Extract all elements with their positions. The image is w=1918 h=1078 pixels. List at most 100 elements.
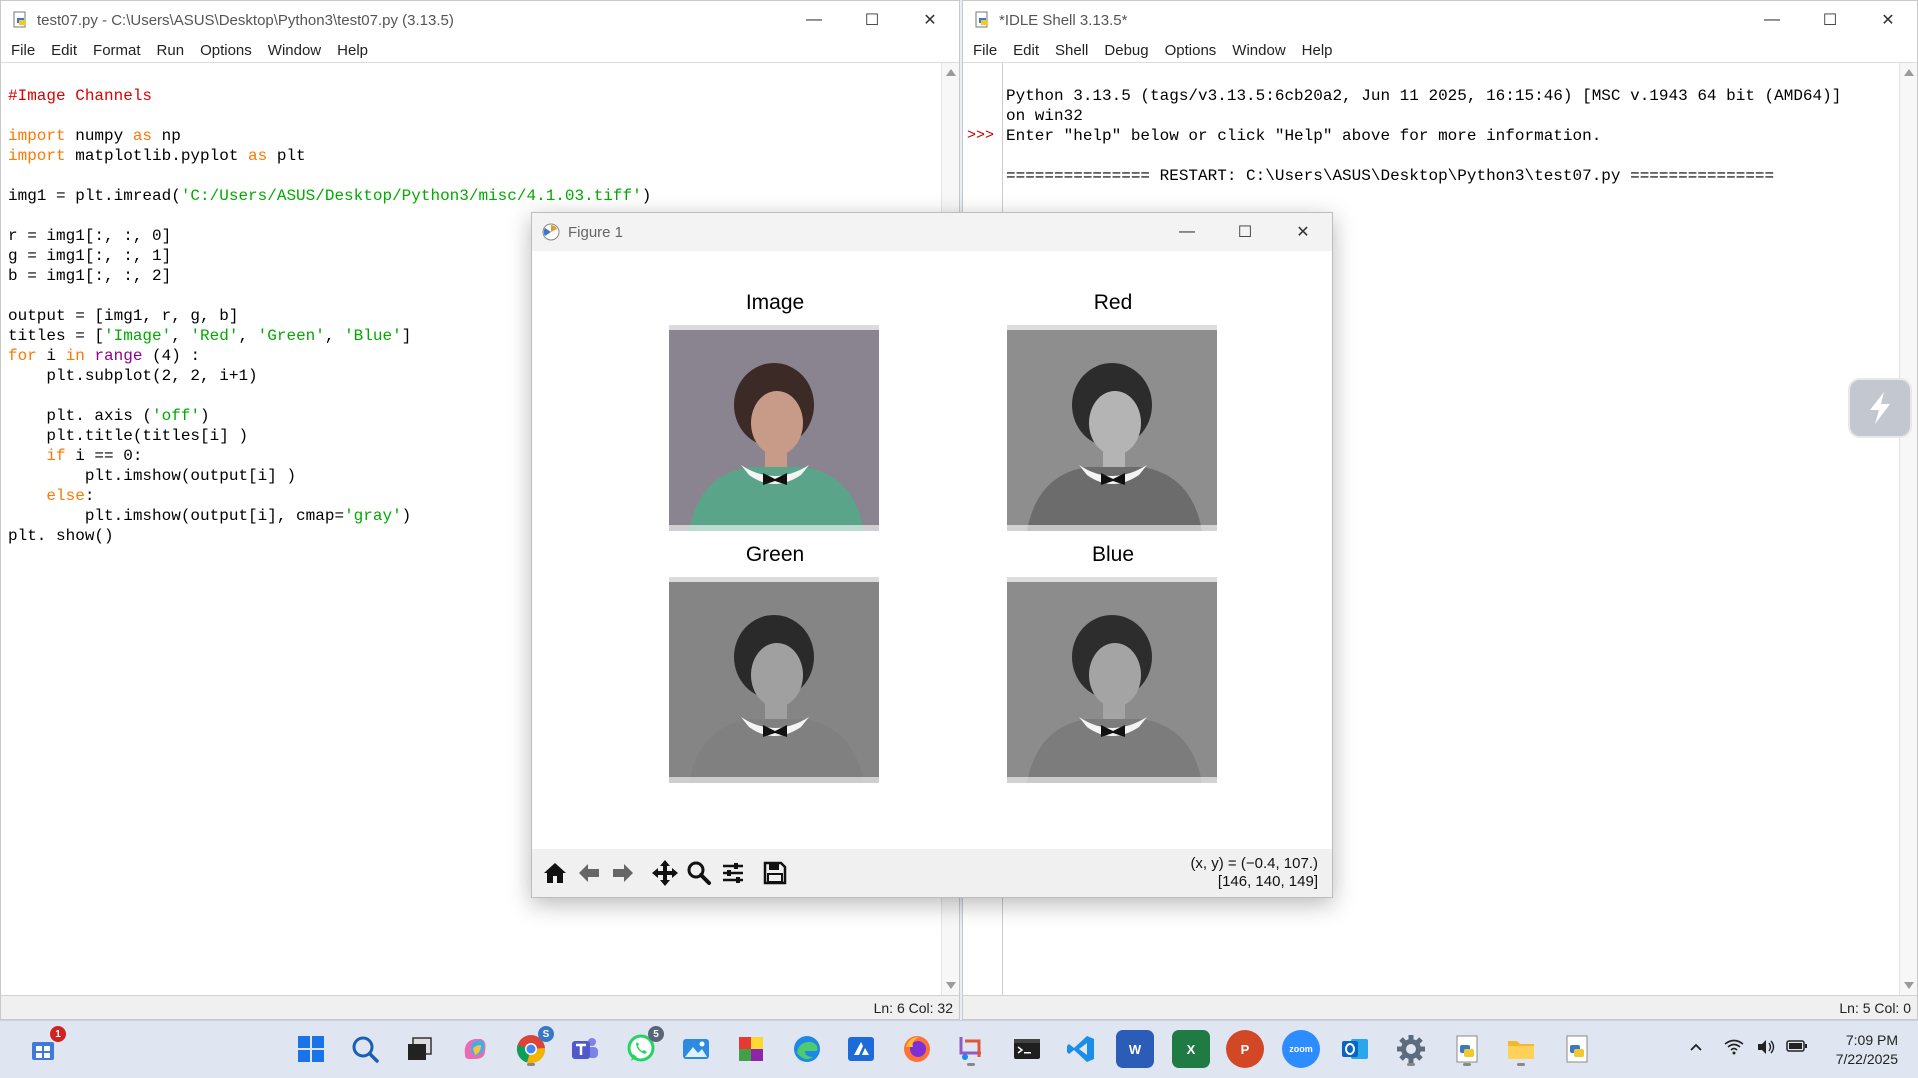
menu-window[interactable]: Window <box>262 42 327 59</box>
search-icon <box>352 1036 379 1063</box>
gear-icon <box>1397 1035 1425 1063</box>
taskbar-firefox[interactable] <box>898 1030 936 1068</box>
zoom-app-icon: zoom <box>1289 1044 1313 1054</box>
taskbar-excel[interactable]: X <box>1172 1030 1210 1068</box>
shell-minimize-button[interactable]: — <box>1743 1 1801 39</box>
shell-title: *IDLE Shell 3.13.5* <box>999 11 1128 29</box>
subplot-image-blue[interactable] <box>1007 577 1217 783</box>
shell-scrollbar[interactable] <box>1899 63 1917 995</box>
zoom-button[interactable] <box>682 856 716 890</box>
figure-close-button[interactable]: ✕ <box>1274 213 1332 251</box>
save-button[interactable] <box>758 856 792 890</box>
configure-icon <box>723 863 743 883</box>
folder-icon <box>1508 1041 1534 1059</box>
taskbar-idle-shell[interactable] <box>1558 1030 1596 1068</box>
taskbar-teams[interactable] <box>566 1030 604 1068</box>
taskbar-zoom[interactable]: zoom <box>1282 1030 1320 1068</box>
figure-maximize-button[interactable]: ☐ <box>1216 213 1274 251</box>
taskbar-vscode[interactable] <box>1062 1030 1100 1068</box>
shell-titlebar: *IDLE Shell 3.13.5* — ☐ ✕ <box>963 1 1917 39</box>
home-button[interactable] <box>538 856 572 890</box>
whatsapp-badge: 5 <box>648 1026 664 1042</box>
menu-help[interactable]: Help <box>331 42 374 59</box>
taskbar-search[interactable] <box>346 1030 384 1068</box>
copilot-icon <box>464 1039 486 1059</box>
taskbar-task-view[interactable] <box>400 1030 438 1068</box>
shell-menu-debug[interactable]: Debug <box>1098 42 1154 59</box>
taskbar: 1 S 5 W X P zoom 7:09 PM 7/22/2025 <box>0 1020 1918 1078</box>
shell-menu-window[interactable]: Window <box>1226 42 1291 59</box>
menu-edit[interactable]: Edit <box>45 42 83 59</box>
subplot-image-green[interactable] <box>669 577 879 783</box>
shell-menu-options[interactable]: Options <box>1159 42 1223 59</box>
maximize-button[interactable]: ☐ <box>843 1 901 39</box>
subplot-image-color[interactable] <box>669 325 879 531</box>
shell-line-4 <box>1006 146 1841 166</box>
teams-icon <box>572 1038 598 1059</box>
shell-text-area[interactable]: Python 3.13.5 (tags/v3.13.5:6cb20a2, Jun… <box>1006 66 1841 226</box>
firefox-icon <box>904 1036 930 1062</box>
volume-control[interactable] <box>1756 1039 1776 1059</box>
taskbar-idle[interactable] <box>1448 1030 1486 1068</box>
taskbar-terminal[interactable] <box>1008 1030 1046 1068</box>
floating-widget-button[interactable] <box>1848 378 1912 438</box>
menu-run[interactable]: Run <box>151 42 191 59</box>
taskbar-outlook[interactable] <box>1336 1030 1374 1068</box>
configure-button[interactable] <box>716 856 750 890</box>
taskbar-powerpoint[interactable]: P <box>1226 1030 1264 1068</box>
powerpoint-icon: P <box>1240 1041 1250 1057</box>
editor-titlebar: test07.py - C:\Users\ASUS\Desktop\Python… <box>1 1 959 39</box>
minimize-button[interactable]: — <box>785 1 843 39</box>
shell-menu-edit[interactable]: Edit <box>1007 42 1045 59</box>
back-button[interactable] <box>572 856 606 890</box>
cursor-xy-readout: (x, y) = (−0.4, 107.) <box>1190 855 1318 872</box>
figure-title: Figure 1 <box>568 223 624 241</box>
taskbar-word[interactable]: W <box>1116 1030 1154 1068</box>
clock-time: 7:09 PM <box>1845 1032 1898 1048</box>
menu-file[interactable]: File <box>5 42 41 59</box>
taskbar-photos[interactable] <box>677 1030 715 1068</box>
shell-line-1: Python 3.13.5 (tags/v3.13.5:6cb20a2, Jun… <box>1006 87 1842 105</box>
clock-date: 7/22/2025 <box>1835 1051 1898 1067</box>
forward-button[interactable] <box>606 856 640 890</box>
battery-status[interactable] <box>1786 1039 1808 1057</box>
shell-close-button[interactable]: ✕ <box>1859 1 1917 39</box>
shell-maximize-button[interactable]: ☐ <box>1801 1 1859 39</box>
chrome-running-indicator <box>527 1063 535 1066</box>
pan-icon <box>652 860 678 886</box>
taskbar-chrome[interactable]: S <box>512 1026 554 1068</box>
subplot-title-blue: Blue <box>1091 543 1135 566</box>
taskbar-whatsapp[interactable]: 5 <box>622 1026 664 1068</box>
taskbar-snipping-tool[interactable] <box>952 1030 990 1068</box>
taskbar-store[interactable]: 1 <box>24 1026 66 1068</box>
taskbar-file-explorer[interactable] <box>1502 1030 1540 1068</box>
network-status[interactable] <box>1724 1039 1744 1059</box>
pan-button[interactable] <box>648 856 682 890</box>
taskbar-copilot[interactable] <box>456 1030 494 1068</box>
photos-icon <box>683 1039 709 1059</box>
vscode-icon <box>1067 1036 1094 1062</box>
system-clock[interactable]: 7:09 PM 7/22/2025 <box>1836 1031 1898 1069</box>
outlook-icon <box>1342 1039 1368 1059</box>
figure-minimize-button[interactable]: — <box>1158 213 1216 251</box>
shell-menu-file[interactable]: File <box>967 42 1003 59</box>
taskbar-app-blue[interactable] <box>842 1030 880 1068</box>
menu-options[interactable]: Options <box>194 42 258 59</box>
shell-menu-help[interactable]: Help <box>1296 42 1339 59</box>
show-hidden-icons-button[interactable] <box>1688 1039 1704 1059</box>
menu-format[interactable]: Format <box>87 42 147 59</box>
taskbar-edge[interactable] <box>788 1030 826 1068</box>
back-icon <box>579 864 599 882</box>
taskbar-start[interactable] <box>292 1030 330 1068</box>
taskbar-settings[interactable] <box>1392 1030 1430 1068</box>
subplot-image-red[interactable] <box>1007 325 1217 531</box>
shell-statusbar: Ln: 5 Col: 0 <box>963 995 1917 1019</box>
taskbar-app-colored[interactable] <box>732 1030 770 1068</box>
cursor-pixel-value: [146, 140, 149] <box>1217 873 1318 890</box>
shell-menu-shell[interactable]: Shell <box>1049 42 1094 59</box>
explorer-running-indicator <box>1517 1063 1525 1066</box>
close-button[interactable]: ✕ <box>901 1 959 39</box>
idle-running-indicator <box>1463 1063 1471 1066</box>
word-icon: W <box>1128 1041 1142 1057</box>
terminal-icon <box>1014 1039 1040 1059</box>
